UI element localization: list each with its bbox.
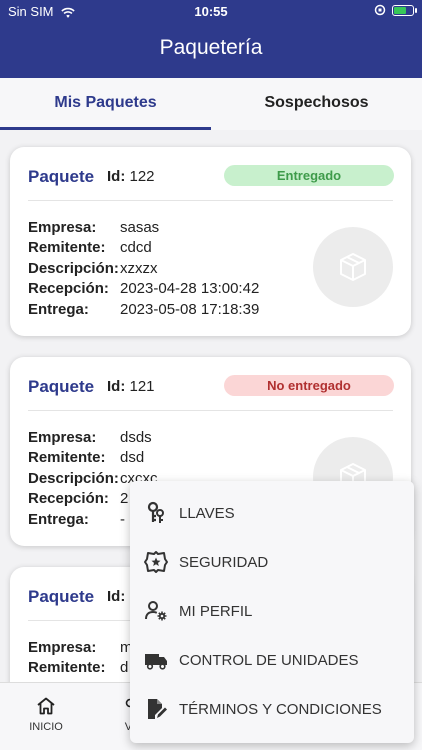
empresa-row: Empresa: dsds	[28, 429, 152, 446]
recepcion-value: 2	[120, 490, 129, 507]
descripcion-label: Descripción:	[28, 260, 119, 277]
package-title: Paquete	[28, 377, 95, 396]
empresa-row: Empresa: sasas	[28, 219, 159, 236]
divider	[28, 410, 393, 411]
empresa-value: dsds	[120, 429, 152, 446]
remitente-value: d	[120, 659, 129, 676]
entrega-value: -	[120, 511, 125, 528]
nav-inicio[interactable]: INICIO	[16, 697, 76, 733]
id-value: 122	[129, 168, 155, 185]
package-title: Paquete	[28, 167, 95, 186]
keys-icon	[147, 501, 164, 523]
entrega-label: Entrega:	[28, 301, 89, 318]
tab-mis-paquetes[interactable]: Mis Paquetes	[0, 78, 211, 130]
recepcion-value: 2023-04-28 13:00:42	[120, 280, 260, 297]
package-box-icon	[340, 253, 366, 281]
menu-item-terminos[interactable]: TÉRMINOS Y CONDICIONES	[130, 685, 414, 734]
empresa-label: Empresa:	[28, 639, 97, 656]
remitente-row: Remitente: cdcd	[28, 239, 152, 256]
entrega-value: 2023-05-08 17:18:39	[120, 301, 260, 318]
menu-item-label: SEGURIDAD	[179, 554, 269, 571]
menu-item-seguridad[interactable]: SEGURIDAD	[130, 538, 414, 587]
entrega-row: Entrega: -	[28, 511, 125, 528]
descripcion-row: Descripción:xzxzx	[28, 260, 158, 277]
package-id: Id:	[107, 588, 125, 605]
orientation-lock-icon	[374, 4, 386, 16]
menu-item-label: MI PERFIL	[179, 603, 253, 620]
id-label: Id:	[107, 588, 126, 605]
status-badge: No entregado	[224, 375, 394, 396]
page-title: Paquetería	[159, 36, 263, 59]
id-label: Id:	[107, 378, 126, 395]
home-icon	[37, 697, 55, 715]
options-menu: LLAVES SEGURIDAD MI PERFIL CONTROL DE UN…	[130, 481, 414, 743]
remitente-value: dsd	[120, 449, 145, 466]
recepcion-row: Recepción: 2	[28, 490, 128, 507]
package-id: Id: 122	[107, 168, 155, 185]
truck-icon	[145, 654, 167, 670]
id-label: Id:	[107, 168, 126, 185]
remitente-row: Remitente: dsd	[28, 449, 144, 466]
nav-inicio-label: INICIO	[29, 721, 63, 733]
security-badge-icon	[144, 551, 168, 573]
divider	[28, 200, 393, 201]
remitente-label: Remitente:	[28, 239, 106, 256]
menu-item-label: LLAVES	[179, 505, 235, 522]
tab-bar: Mis Paquetes Sospechosos	[0, 78, 422, 130]
user-settings-icon	[145, 601, 167, 621]
remitente-label: Remitente:	[28, 449, 106, 466]
document-edit-icon	[148, 699, 167, 719]
descripcion-label: Descripción:	[28, 470, 119, 487]
id-value: 121	[129, 378, 155, 395]
empresa-label: Empresa:	[28, 429, 97, 446]
recepcion-row: Recepción: 2023-04-28 13:00:42	[28, 280, 259, 297]
tab-sospechosos[interactable]: Sospechosos	[211, 78, 422, 130]
menu-item-control-unidades[interactable]: CONTROL DE UNIDADES	[130, 636, 414, 685]
menu-item-llaves[interactable]: LLAVES	[130, 489, 414, 538]
status-bar: Sin SIM 10:55	[0, 4, 422, 22]
menu-item-label: TÉRMINOS Y CONDICIONES	[179, 701, 382, 718]
empresa-label: Empresa:	[28, 219, 97, 236]
menu-item-mi-perfil[interactable]: MI PERFIL	[130, 587, 414, 636]
remitente-label: Remitente:	[28, 659, 106, 676]
package-card[interactable]: Paquete Id: 122 Entregado Empresa: sasas …	[10, 147, 411, 336]
status-icons	[374, 4, 417, 16]
remitente-value: cdcd	[120, 239, 152, 256]
status-badge: Entregado	[224, 165, 394, 186]
empresa-value: sasas	[120, 219, 160, 236]
recepcion-label: Recepción:	[28, 280, 109, 297]
entrega-label: Entrega:	[28, 511, 89, 528]
clock: 10:55	[194, 4, 228, 19]
recepcion-label: Recepción:	[28, 490, 109, 507]
descripcion-value: xzxzx	[120, 260, 158, 277]
app-header: Sin SIM 10:55 Paquetería	[0, 0, 422, 78]
entrega-row: Entrega: 2023-05-08 17:18:39	[28, 301, 259, 318]
empresa-row: Empresa: m	[28, 639, 133, 656]
package-id: Id: 121	[107, 378, 155, 395]
remitente-row: Remitente: d	[28, 659, 128, 676]
package-image[interactable]	[313, 227, 393, 307]
package-title: Paquete	[28, 587, 95, 606]
battery-icon	[392, 4, 417, 16]
menu-item-label: CONTROL DE UNIDADES	[179, 652, 359, 669]
